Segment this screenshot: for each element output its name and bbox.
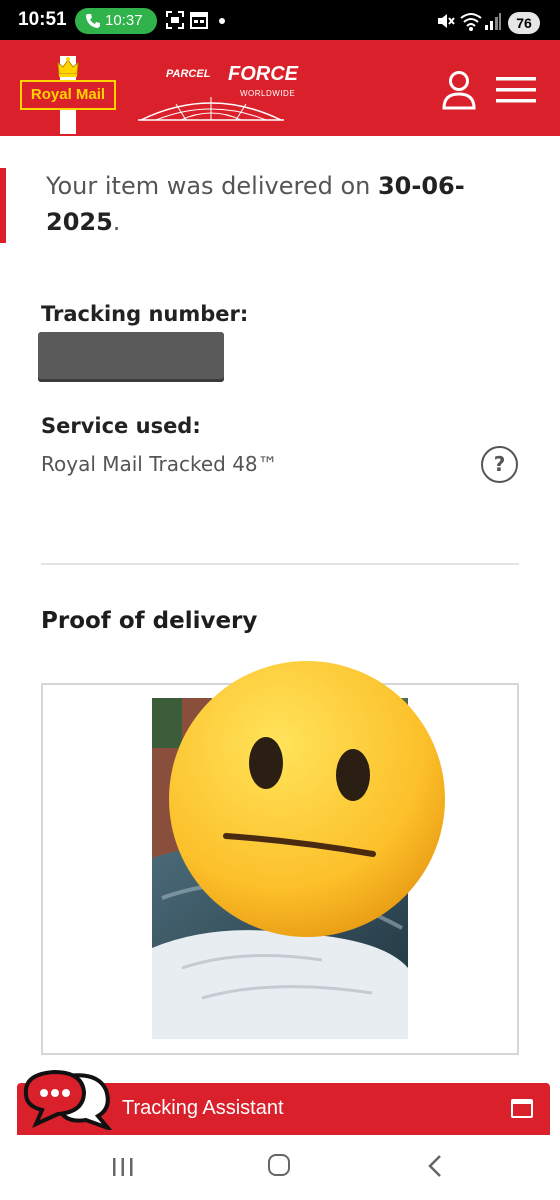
- status-time: 10:51: [18, 9, 67, 30]
- parcelforce-logo[interactable]: PARCEL FORCE WORLDWIDE: [136, 62, 302, 122]
- neutral-face-emoji-overlay: [169, 661, 445, 937]
- parcelforce-top-text: PARCEL: [166, 68, 211, 80]
- delivery-message-prefix: Your item was delivered on: [46, 172, 378, 200]
- signal-icon: [485, 13, 501, 30]
- screenshot-icon: [166, 11, 184, 29]
- call-time: 10:37: [105, 12, 143, 29]
- royal-mail-wordmark: Royal Mail: [20, 80, 116, 110]
- system-navigation-bar: [0, 1135, 560, 1200]
- tracking-number-label: Tracking number:: [41, 302, 249, 326]
- mute-icon: [438, 14, 455, 28]
- status-bar: 10:51 10:37 76: [0, 0, 560, 40]
- recents-icon[interactable]: [111, 1157, 135, 1177]
- parcelforce-main-text: FORCE: [228, 63, 298, 85]
- royal-mail-logo[interactable]: Royal Mail: [20, 56, 116, 134]
- tracking-assistant-label: Tracking Assistant: [122, 1097, 284, 1119]
- calendar-icon: [190, 12, 208, 29]
- globe-icon: [138, 97, 284, 121]
- call-indicator[interactable]: 10:37: [75, 8, 157, 34]
- window-icon[interactable]: [511, 1099, 533, 1118]
- help-icon[interactable]: ?: [481, 446, 518, 483]
- proof-of-delivery-title: Proof of delivery: [41, 608, 258, 634]
- status-accent-bar: [0, 168, 6, 243]
- service-used-label: Service used:: [41, 414, 201, 438]
- call-icon: [86, 14, 100, 28]
- notification-dot: [219, 18, 225, 24]
- section-divider: [41, 563, 519, 565]
- wifi-icon: [460, 13, 482, 31]
- delivery-status-message: Your item was delivered on 30-06-2025.: [46, 168, 516, 240]
- chat-icon[interactable]: [20, 1068, 116, 1130]
- battery-indicator: 76: [508, 12, 540, 34]
- home-icon[interactable]: [268, 1154, 290, 1176]
- service-used-value: Royal Mail Tracked 48™: [41, 452, 278, 476]
- crown-icon: [57, 57, 79, 77]
- user-icon[interactable]: [440, 70, 478, 110]
- back-icon[interactable]: [426, 1154, 444, 1178]
- tracking-number-redacted: [38, 332, 224, 382]
- delivery-message-suffix: .: [112, 208, 121, 236]
- app-header: Royal Mail PARCEL FORCE WORLDWIDE: [0, 40, 560, 136]
- menu-icon[interactable]: [496, 76, 536, 104]
